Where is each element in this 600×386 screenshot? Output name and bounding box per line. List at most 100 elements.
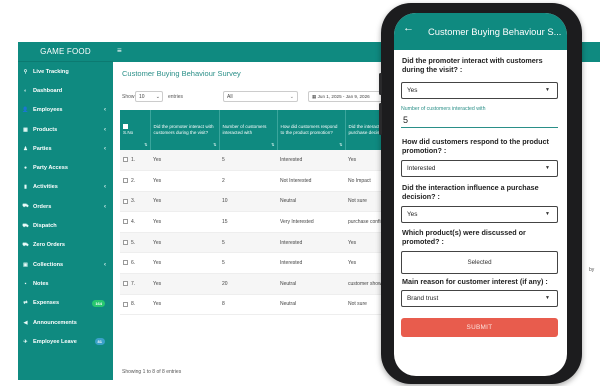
sidebar-item-label: Zero Orders: [33, 242, 66, 249]
chevron-down-icon: ⌄: [289, 94, 294, 100]
entries-select[interactable]: 10 ⌄: [135, 91, 163, 102]
sidebar-item-parties[interactable]: ♟ Parties ‹: [18, 139, 113, 158]
products-icon: ▦: [23, 126, 28, 133]
table-cell-response: Neutral: [277, 273, 345, 295]
row-checkbox[interactable]: [123, 219, 128, 225]
cell-text: Neutral: [280, 280, 297, 287]
column-header-sno[interactable]: S.No ⇅: [120, 110, 151, 150]
expenses-icon: ⇄: [23, 300, 28, 307]
sidebar-item-employee-leave[interactable]: ✈ Employee Leave 81: [18, 332, 113, 351]
cell-text: 2: [222, 177, 225, 184]
cell-text: Yes: [348, 239, 357, 246]
sidebar-item-employees[interactable]: 👤 Employees ‹: [18, 101, 113, 120]
cell-text: 1.: [131, 156, 136, 163]
table-cell-response: Very Interested: [277, 211, 345, 233]
cell-text: Interested: [280, 156, 303, 163]
sidebar-item-announcements[interactable]: ◀ Announcements: [18, 313, 113, 332]
filter-select[interactable]: All ⌄: [223, 91, 298, 102]
table-row[interactable]: 8. Yes 8 Neutral Not sure: [120, 294, 420, 316]
back-arrow-icon[interactable]: ←: [403, 23, 414, 34]
sidebar-item-orders[interactable]: ⛟ Orders ‹: [18, 197, 113, 216]
background-peek-text: by: [589, 267, 595, 273]
cell-text: No Impact: [348, 177, 371, 184]
cell-text: Not sure: [348, 301, 367, 308]
sidebar-item-notes[interactable]: ▪ Notes: [18, 274, 113, 293]
column-header-interact[interactable]: Did the promoter interact with customers…: [150, 110, 220, 150]
page-title: Customer Buying Behaviour Survey: [122, 69, 241, 78]
interact-select-value: Yes: [407, 87, 418, 94]
cell-text: Yes: [153, 177, 162, 184]
table-row[interactable]: 3. Yes 10 Neutral Not sure: [120, 191, 420, 213]
phone-side-button: [379, 103, 382, 135]
sidebar-item-label: Activities: [33, 184, 58, 191]
sidebar-item-dispatch[interactable]: ⛟ Dispatch: [18, 216, 113, 235]
sidebar-item-label: Collections: [33, 261, 64, 268]
cart-icon: ⛟: [22, 203, 29, 210]
sidebar-item-label: Products: [33, 126, 58, 133]
row-checkbox[interactable]: [123, 280, 128, 286]
screenshot-stage: GAME FOOD ⚲ Live Tracking ◐ Dashboard 👤 Emplo…: [0, 0, 600, 386]
table-row[interactable]: 2. Yes 2 Not Interested No Impact: [120, 170, 420, 192]
table-cell-count: 15: [219, 211, 277, 233]
row-checkbox[interactable]: [123, 177, 128, 183]
table-row[interactable]: 1. Yes 5 Interested Yes: [120, 150, 420, 172]
sidebar-item-label: Employee Leave: [33, 338, 77, 345]
products-multiselect[interactable]: Selected: [401, 251, 558, 274]
column-header-response[interactable]: How did customers respond to the product…: [277, 110, 346, 150]
users-icon: 👤: [22, 107, 29, 114]
sort-icon[interactable]: ⇅: [213, 142, 216, 147]
influence-select[interactable]: Yes ▼: [401, 206, 558, 223]
table-cell-sno: 6.: [120, 252, 150, 275]
sidebar-item-label: Dashboard: [33, 87, 63, 94]
column-header-count[interactable]: Number of customers interacted with ⇅: [219, 110, 278, 150]
table-cell-response: Neutral: [277, 294, 345, 316]
sidebar-item-collections[interactable]: ▣ Collections ‹: [18, 255, 113, 274]
table-cell-sno: 2.: [120, 170, 150, 192]
sidebar-item-label: Announcements: [33, 319, 77, 326]
sidebar-item-expenses[interactable]: ⇄ Expenses 164: [18, 294, 113, 313]
table-row[interactable]: 6. Yes 5 Interested Yes: [120, 252, 420, 275]
row-checkbox[interactable]: [123, 260, 128, 266]
row-checkbox[interactable]: [123, 239, 128, 245]
row-checkbox[interactable]: [123, 157, 128, 163]
sidebar-item-party-access[interactable]: ● Party Access: [18, 158, 113, 177]
show-label: Show: [122, 94, 135, 100]
row-checkbox[interactable]: [123, 198, 128, 204]
interact-select[interactable]: Yes ▼: [401, 82, 558, 99]
table-cell-interact: Yes: [150, 150, 219, 172]
phone-frame: ← Customer Buying Behaviour S... Did the…: [379, 3, 582, 384]
sidebar-item-label: Expenses: [33, 300, 60, 307]
hamburger-menu-icon[interactable]: ≡: [117, 46, 122, 55]
sort-icon[interactable]: ⇅: [271, 142, 274, 147]
table-cell-interact: Yes: [150, 170, 219, 192]
sidebar-item-label: Employees: [33, 107, 63, 114]
app-bar: ← Customer Buying Behaviour S...: [394, 13, 567, 50]
sidebar-item-zero-orders[interactable]: ⛟ Zero Orders: [18, 236, 113, 255]
truck-icon: ⛟: [22, 222, 29, 229]
submit-button[interactable]: SUBMIT: [401, 318, 558, 337]
sort-icon[interactable]: ⇅: [339, 142, 342, 147]
dropdown-triangle-icon: ▼: [545, 87, 550, 93]
cell-text: 7.: [131, 280, 136, 287]
sidebar-item-products[interactable]: ▦ Products ‹: [18, 120, 113, 139]
parties-icon: ♟: [23, 145, 28, 152]
table-cell-count: 10: [219, 191, 277, 213]
cell-text: Yes: [153, 198, 162, 205]
sidebar-item-activities[interactable]: ▮ Activities ‹: [18, 178, 113, 197]
cell-text: Interested: [280, 260, 303, 267]
select-all-checkbox[interactable]: [123, 124, 128, 130]
sidebar-item-dashboard[interactable]: ◐ Dashboard: [18, 81, 113, 100]
customer-count-value[interactable]: 5: [403, 115, 408, 125]
cell-text: 2.: [131, 177, 136, 184]
table-row[interactable]: 4. Yes 15 Very Interested purchase confirm: [120, 211, 420, 233]
sort-icon[interactable]: ⇅: [144, 142, 147, 147]
table-row[interactable]: 7. Yes 20 Neutral customer showed intent: [120, 273, 420, 295]
response-select[interactable]: Interested ▼: [401, 160, 558, 177]
row-checkbox[interactable]: [123, 301, 128, 307]
sidebar-item-live-tracking[interactable]: ⚲ Live Tracking: [18, 62, 113, 81]
cell-text: 8: [222, 301, 225, 308]
table-cell-sno: 8.: [120, 294, 150, 316]
table-row[interactable]: 5. Yes 5 Interested Yes: [120, 232, 420, 254]
question-interact: Did the promoter interact with customers…: [402, 56, 543, 74]
reason-select[interactable]: Brand trust ▼: [401, 290, 558, 307]
